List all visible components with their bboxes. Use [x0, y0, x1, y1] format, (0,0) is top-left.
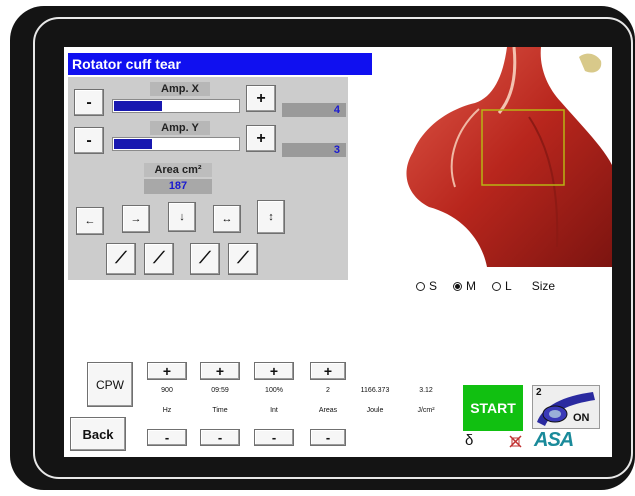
joule-value: 1166.373	[360, 387, 390, 394]
arrow-vertical-icon[interactable]: ↕	[257, 200, 285, 234]
hz-value: 900	[161, 387, 173, 394]
hz-minus-button[interactable]: -	[147, 429, 187, 446]
shoulder-muscle-image	[406, 47, 612, 267]
amp-y-slider[interactable]	[112, 137, 240, 151]
int-minus-button[interactable]: -	[254, 429, 294, 446]
protocol-title: Rotator cuff tear	[68, 53, 372, 75]
areas-unit-label: Areas	[318, 407, 338, 414]
cpw-button[interactable]: CPW	[87, 362, 133, 407]
int-unit-label: Int	[270, 407, 278, 414]
amp-y-minus-button[interactable]: -	[74, 127, 104, 154]
amp-y-label: Amp. Y	[150, 121, 210, 135]
areas-minus-button[interactable]: -	[310, 429, 346, 446]
int-plus-button[interactable]: +	[254, 362, 294, 380]
applicator-status[interactable]: 2 ON	[532, 385, 600, 429]
applicator-tilt-icon[interactable]: ⟋	[144, 243, 174, 275]
size-m-label: M	[466, 279, 477, 293]
size-l-radio[interactable]	[492, 281, 502, 291]
joule-unit-label: Joule	[366, 407, 384, 414]
size-s-label: S	[429, 279, 438, 293]
control-panel: - Amp. X + 4 - Amp. Y + 3 Area cm² 187 ←…	[68, 77, 348, 280]
arrow-left-icon[interactable]: ←	[76, 207, 104, 235]
amp-x-minus-button[interactable]: -	[74, 89, 104, 116]
hz-unit-label: Hz	[162, 407, 172, 414]
energy-value: 3.12	[419, 387, 433, 394]
amp-x-slider[interactable]	[112, 99, 240, 113]
applicator-angle-icon[interactable]: ⟋	[106, 243, 136, 275]
time-plus-button[interactable]: +	[200, 362, 240, 380]
asa-logo: ASA	[534, 429, 574, 451]
hz-plus-button[interactable]: +	[147, 362, 187, 380]
applicator-state: ON	[573, 412, 590, 424]
size-selector: S M L Size	[416, 279, 555, 293]
amp-x-slider-fill	[114, 101, 162, 111]
areas-plus-button[interactable]: +	[310, 362, 346, 380]
size-l-label: L	[505, 279, 512, 293]
area-label: Area cm²	[144, 163, 212, 177]
arrow-horizontal-icon[interactable]: ↔	[213, 205, 241, 233]
amp-y-value: 3	[282, 143, 346, 157]
size-s-radio[interactable]	[416, 281, 425, 291]
amp-x-label: Amp. X	[150, 82, 210, 96]
device-screen: Rotator cuff tear - Amp. X + 4 - Amp. Y …	[64, 47, 612, 457]
amp-x-value: 4	[282, 103, 346, 117]
no-disposal-icon	[509, 435, 522, 448]
arrow-right-icon[interactable]: →	[122, 205, 150, 233]
size-m-radio[interactable]	[453, 281, 463, 291]
arrow-down-icon[interactable]: ↓	[168, 202, 196, 232]
delta-symbol: δ	[465, 432, 474, 449]
time-value: 09:59	[211, 387, 229, 394]
back-button[interactable]: Back	[70, 417, 126, 451]
time-unit-label: Time	[212, 407, 228, 414]
applicator-up-icon[interactable]: ⟋	[190, 243, 220, 275]
applicator-number: 2	[536, 387, 542, 398]
energy-unit-label: J/cm²	[417, 407, 435, 414]
amp-x-plus-button[interactable]: +	[246, 85, 276, 112]
applicator-down-icon[interactable]: ⟋	[228, 243, 258, 275]
areas-value: 2	[326, 387, 330, 394]
time-minus-button[interactable]: -	[200, 429, 240, 446]
amp-y-slider-fill	[114, 139, 152, 149]
amp-y-plus-button[interactable]: +	[246, 125, 276, 152]
int-value: 100%	[265, 387, 283, 394]
area-value: 187	[144, 179, 212, 194]
anatomy-illustration	[389, 47, 612, 267]
start-button[interactable]: START	[463, 385, 523, 431]
size-label: Size	[531, 279, 556, 293]
